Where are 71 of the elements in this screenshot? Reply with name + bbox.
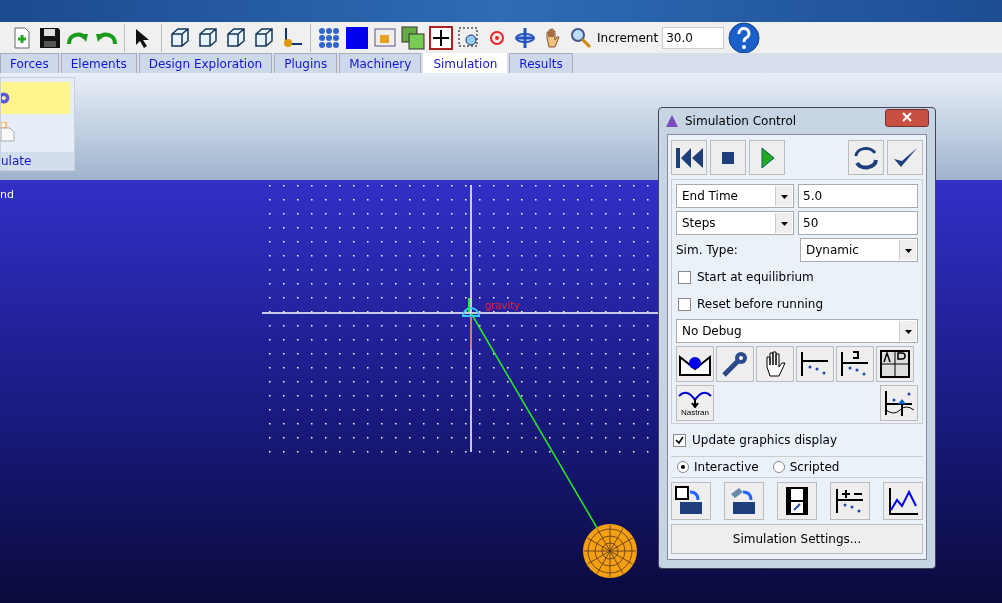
- tab[interactable]: Elements: [60, 53, 137, 73]
- tab[interactable]: Forces: [0, 53, 59, 73]
- open-animation-button[interactable]: [671, 482, 711, 520]
- abcd-button[interactable]: [876, 346, 914, 382]
- sim-type-dropdown[interactable]: Dynamic: [800, 238, 918, 262]
- plot-add-remove-button[interactable]: [830, 482, 870, 520]
- mode-radio[interactable]: Interactive: [677, 460, 759, 474]
- dropdown-arrow-icon: [780, 222, 788, 226]
- plot-parameter-button[interactable]: [836, 346, 874, 382]
- ribbon-group-label: ulate: [1, 152, 74, 170]
- zoom-fit-icon[interactable]: [401, 25, 425, 50]
- close-icon: [902, 112, 912, 122]
- plot-fit-button[interactable]: [880, 385, 918, 421]
- parameter-dropdown[interactable]: Steps: [676, 211, 794, 235]
- steps-field[interactable]: 50: [798, 211, 918, 235]
- window-title: Simulation Control: [685, 114, 797, 128]
- debug-dropdown[interactable]: No Debug: [676, 319, 918, 343]
- grid-icon[interactable]: [317, 25, 341, 50]
- dropdown-arrow-icon: [780, 195, 788, 199]
- tab[interactable]: Plugins: [274, 53, 338, 73]
- update-graphics-checkbox[interactable]: Update graphics display: [669, 428, 925, 452]
- letter-grid-icon: [878, 349, 912, 379]
- increment-label: Increment: [597, 30, 659, 45]
- tab[interactable]: Design Exploration: [138, 53, 273, 73]
- checkmark-icon: [675, 435, 684, 445]
- reset-button[interactable]: [848, 140, 884, 175]
- simulation-settings-button[interactable]: Simulation Settings...: [671, 524, 923, 554]
- zoom-box-icon[interactable]: [457, 25, 481, 50]
- wave-arrow-icon: [678, 389, 712, 408]
- mode-radio[interactable]: Scripted: [772, 460, 840, 474]
- hand-button[interactable]: [756, 346, 794, 382]
- checkbox-option[interactable]: Reset before running: [676, 292, 918, 316]
- app-icon: [665, 114, 679, 128]
- cube-icon[interactable]: [168, 25, 192, 50]
- tab[interactable]: Machinery: [339, 53, 422, 73]
- cube-icon[interactable]: [252, 25, 276, 50]
- close-button[interactable]: [885, 109, 929, 127]
- plot-fit-icon: [882, 388, 916, 418]
- sim-type-label: Sim. Type:: [676, 243, 738, 257]
- film-button[interactable]: [777, 482, 817, 520]
- wrench-button[interactable]: [716, 346, 754, 382]
- marker-tool-button[interactable]: [676, 346, 714, 382]
- end-time-field[interactable]: 5.0: [798, 184, 918, 208]
- open-folder-button[interactable]: [724, 482, 764, 520]
- nastran-button[interactable]: Nastran: [676, 385, 714, 421]
- cube-icon[interactable]: [224, 25, 248, 50]
- line-graph-icon: [886, 486, 920, 516]
- tab[interactable]: Results: [509, 53, 573, 73]
- square-icon[interactable]: [345, 25, 369, 50]
- rotate-icon[interactable]: [513, 25, 537, 50]
- confirm-button[interactable]: [887, 140, 923, 175]
- joint-icon: [462, 297, 480, 351]
- gravity-label: gravity: [485, 300, 521, 311]
- viewport-label: nd: [0, 188, 14, 201]
- stop-button[interactable]: [710, 140, 746, 175]
- cube-icon[interactable]: [196, 25, 220, 50]
- play-button[interactable]: [749, 140, 785, 175]
- checkbox-option[interactable]: Start at equilibrium: [676, 265, 918, 289]
- move-icon[interactable]: [429, 25, 453, 50]
- help-icon[interactable]: [728, 21, 761, 54]
- sphere-drawing: [583, 524, 637, 578]
- graph-button[interactable]: [883, 482, 923, 520]
- save-icon[interactable]: [38, 25, 62, 50]
- tab[interactable]: Simulation: [423, 53, 508, 73]
- dropdown-arrow-icon: [904, 330, 912, 334]
- parameter-dropdown[interactable]: End Time: [676, 184, 794, 208]
- search-icon[interactable]: [569, 25, 593, 50]
- dropdown-arrow-icon: [904, 249, 912, 253]
- rewind-button[interactable]: [671, 140, 707, 175]
- plot-points-button[interactable]: [796, 346, 834, 382]
- increment-field[interactable]: 30.0: [662, 26, 725, 49]
